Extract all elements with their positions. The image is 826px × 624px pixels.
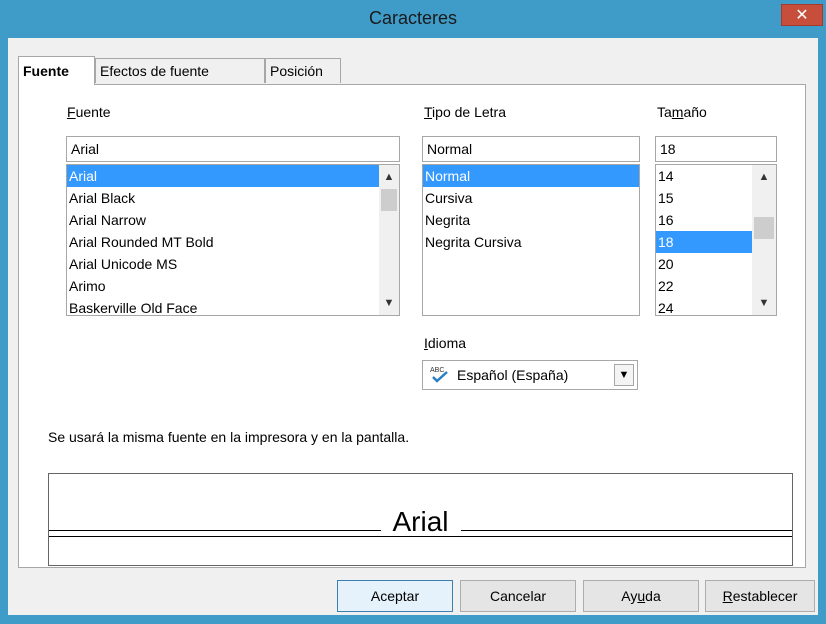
info-text: Se usará la misma fuente en la impresora…: [48, 429, 410, 445]
font-family-list-item[interactable]: Arimo: [67, 275, 379, 297]
font-family-label: Fuente: [67, 104, 111, 120]
tab-efectos-de-fuente[interactable]: Efectos de fuente: [95, 58, 265, 83]
help-button[interactable]: Ayuda: [583, 580, 699, 612]
language-select[interactable]: ABC Español (España) ▼: [422, 360, 638, 390]
scroll-thumb[interactable]: [754, 217, 774, 239]
font-size-input[interactable]: 18: [655, 136, 777, 162]
spellcheck-icon: ABC: [429, 364, 451, 384]
font-family-list-item[interactable]: Arial Narrow: [67, 209, 379, 231]
font-family-list-item[interactable]: Arial Black: [67, 187, 379, 209]
size-list-scrollbar[interactable]: ▲ ▼: [752, 165, 776, 315]
svg-text:ABC: ABC: [430, 367, 444, 374]
cancel-button[interactable]: Cancelar: [460, 580, 576, 612]
font-size-label: Tamaño: [657, 104, 707, 120]
font-family-input[interactable]: Arial: [66, 136, 400, 162]
font-style-label: Tipo de Letra: [424, 104, 506, 120]
close-button[interactable]: ✕: [781, 4, 823, 26]
font-family-list-item[interactable]: Arial: [67, 165, 379, 187]
font-size-list-item[interactable]: 16: [656, 209, 752, 231]
scroll-up-icon[interactable]: ▲: [379, 167, 399, 187]
font-style-input[interactable]: Normal: [422, 136, 640, 162]
font-size-list[interactable]: 14 15 16 18 20 22 24 ▲ ▼: [655, 164, 777, 316]
font-preview: Arial: [48, 473, 793, 566]
font-style-list-item[interactable]: Cursiva: [423, 187, 639, 209]
tab-fuente[interactable]: Fuente: [18, 56, 95, 85]
language-label: Idioma: [424, 335, 467, 351]
font-list-scrollbar[interactable]: ▲ ▼: [379, 165, 399, 315]
language-value: Español (España): [457, 367, 569, 383]
scroll-down-icon[interactable]: ▼: [379, 293, 399, 313]
font-family-list-item[interactable]: Baskerville Old Face: [67, 297, 379, 315]
font-size-list-item[interactable]: 24: [656, 297, 752, 315]
font-size-list-item[interactable]: 15: [656, 187, 752, 209]
tab-posicion[interactable]: Posición: [265, 58, 341, 83]
font-style-list[interactable]: Normal Cursiva Negrita Negrita Cursiva: [422, 164, 640, 316]
scroll-down-icon[interactable]: ▼: [752, 293, 776, 313]
font-size-list-item[interactable]: 22: [656, 275, 752, 297]
chevron-down-icon[interactable]: ▼: [614, 364, 634, 386]
font-family-list[interactable]: Arial Arial Black Arial Narrow Arial Rounde…: [66, 164, 400, 316]
font-size-list-item[interactable]: 14: [656, 165, 752, 187]
font-style-list-item[interactable]: Normal: [423, 165, 639, 187]
ok-button[interactable]: Aceptar: [337, 580, 453, 612]
font-family-list-item[interactable]: Arial Unicode MS: [67, 253, 379, 275]
font-style-list-item[interactable]: Negrita Cursiva: [423, 231, 639, 253]
reset-button[interactable]: Restablecer: [705, 580, 815, 612]
font-size-list-item[interactable]: 18: [656, 231, 752, 253]
title-bar[interactable]: Caracteres ✕: [0, 0, 826, 38]
font-style-list-item[interactable]: Negrita: [423, 209, 639, 231]
font-family-list-item[interactable]: Arial Rounded MT Bold: [67, 231, 379, 253]
window-title: Caracteres: [368, 8, 458, 28]
scroll-thumb[interactable]: [381, 189, 397, 211]
preview-text: Arial: [392, 506, 449, 537]
scroll-up-icon[interactable]: ▲: [752, 167, 776, 187]
font-size-list-item[interactable]: 20: [656, 253, 752, 275]
character-dialog: Caracteres ✕ Fuente Efectos de fuente Po…: [0, 0, 826, 624]
